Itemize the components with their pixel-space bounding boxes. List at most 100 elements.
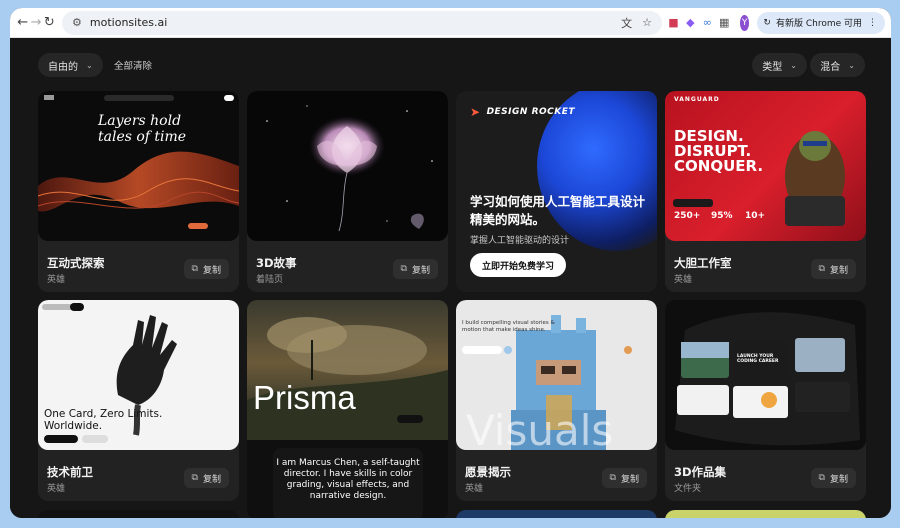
card-headline: DESIGN. DISRUPT. CONQUER. xyxy=(674,127,764,175)
copy-icon: ⧉ xyxy=(400,264,407,274)
free-filter-label: 自由的 xyxy=(48,61,78,73)
clear-all-button[interactable]: 全部清除 xyxy=(114,53,152,77)
extension-icon[interactable]: ∞ xyxy=(702,14,713,32)
card-thumbnail: Layers hold tales of time xyxy=(38,91,239,241)
card-title: 技术前卫 xyxy=(47,465,93,479)
card-headline: LAUNCH YOUR CODING CAREER xyxy=(737,354,779,364)
chevron-down-icon: ⌄ xyxy=(790,60,797,70)
card-category: 英雄 xyxy=(47,484,66,494)
filter-bar: 自由的 ⌄ 全部清除 类型 ⌄ 混合 ⌄ xyxy=(38,53,865,77)
update-label: 有新版 Chrome 可用 xyxy=(775,19,862,29)
template-card[interactable]: VANGUARD DESIGN. DISRUPT. CONQUER. 250+ … xyxy=(665,91,866,292)
type-filter-label: 类型 xyxy=(762,61,783,73)
url-text: motionsites.ai xyxy=(89,16,168,29)
card-thumbnail xyxy=(247,91,448,241)
copy-label: 复制 xyxy=(411,265,430,276)
card-thumbnail: LAUNCH YOUR CODING CAREER xyxy=(665,300,866,450)
card-category: 英雄 xyxy=(47,275,66,285)
translate-icon[interactable]: 文 xyxy=(621,15,632,31)
copy-icon: ⧉ xyxy=(191,264,198,274)
template-card[interactable]: Layers hold tales of time 互动式探索 英雄 ⧉ 复制 xyxy=(38,91,239,292)
profile-avatar[interactable]: Y xyxy=(739,14,750,31)
site-settings-icon[interactable]: ⚙ xyxy=(72,16,82,29)
chevron-down-icon: ⌄ xyxy=(86,60,93,70)
bookmark-star-icon[interactable]: ☆ xyxy=(642,16,652,29)
landscape-artwork xyxy=(247,317,448,440)
card-thumbnail: One Card, Zero Limits. Worldwide. xyxy=(38,300,239,450)
copy-label: 复制 xyxy=(829,474,848,485)
card-headline: One Card, Zero Limits. Worldwide. xyxy=(44,408,163,432)
card-category: 英雄 xyxy=(674,275,693,285)
card-headline: Layers hold tales of time xyxy=(98,113,187,145)
copy-button[interactable]: ⧉ 复制 xyxy=(392,259,438,279)
template-card[interactable]: LAUNCH YOUR CODING CAREER 3D作品集 文件夹 ⧉ 复制 xyxy=(665,300,866,501)
card-category: 文件夹 xyxy=(674,484,702,494)
type-filter-dropdown[interactable]: 类型 ⌄ xyxy=(752,53,807,77)
template-card-partial[interactable] xyxy=(38,510,239,518)
free-filter-dropdown[interactable]: 自由的 ⌄ xyxy=(38,53,103,77)
template-card[interactable]: One Card, Zero Limits. Worldwide. 技术前卫 英… xyxy=(38,300,239,501)
card-category: 英雄 xyxy=(465,484,484,494)
copy-icon: ⧉ xyxy=(818,264,825,274)
address-bar[interactable]: ⚙ motionsites.ai 文 ☆ xyxy=(62,10,663,35)
menu-dots-icon[interactable]: ⋮ xyxy=(868,18,877,28)
template-card-partial[interactable] xyxy=(665,510,866,518)
card-headline: Prisma xyxy=(253,379,356,416)
rocket-icon: ➤ xyxy=(470,105,481,119)
copy-button[interactable]: ⧉ 复制 xyxy=(601,468,647,488)
promo-cta-button[interactable]: 立即开始免费学习 xyxy=(470,253,567,277)
browser-window: ← → ↻ ⚙ motionsites.ai 文 ☆ ■ ◆ ∞ ▦ Y ↻ 有… xyxy=(10,8,891,518)
copy-label: 复制 xyxy=(202,474,221,485)
reload-icon[interactable]: ↻ xyxy=(43,12,56,34)
copy-label: 复制 xyxy=(620,474,639,485)
copy-icon: ⧉ xyxy=(818,473,825,483)
copy-button[interactable]: ⧉ 复制 xyxy=(183,259,229,279)
copy-label: 复制 xyxy=(202,265,221,276)
card-category: 着陆页 xyxy=(256,275,284,285)
card-title: 3D故事 xyxy=(256,256,297,270)
extension-icon[interactable]: ◆ xyxy=(685,14,696,32)
promo-brand: ➤ DESIGN ROCKET xyxy=(470,105,575,119)
card-bio-text: I am Marcus Chen, a self-taught director… xyxy=(276,458,420,501)
stat-value: 95% xyxy=(711,211,733,221)
stat-value: 10+ xyxy=(745,211,766,221)
card-thumbnail: VANGUARD DESIGN. DISRUPT. CONQUER. 250+ … xyxy=(665,91,866,241)
copy-button[interactable]: ⧉ 复制 xyxy=(183,468,229,488)
stat-value: 250+ xyxy=(674,211,701,221)
promo-brand-label: DESIGN ROCKET xyxy=(486,107,576,117)
forward-icon[interactable]: → xyxy=(29,12,42,34)
card-thumbnail: Visuals I build compelling visual storie… xyxy=(456,300,657,450)
page-content: 自由的 ⌄ 全部清除 类型 ⌄ 混合 ⌄ Layers hold tales o… xyxy=(10,38,891,518)
update-icon: ↻ xyxy=(763,17,771,28)
template-card[interactable]: Prisma I am Marcus Chen, a self-taught d… xyxy=(247,300,448,518)
copy-icon: ⧉ xyxy=(609,473,616,483)
promo-subline: 掌握人工智能驱动的设计 xyxy=(470,236,570,246)
template-card[interactable]: Visuals I build compelling visual storie… xyxy=(456,300,657,501)
template-card[interactable]: 3D故事 着陆页 ⧉ 复制 xyxy=(247,91,448,292)
chevron-down-icon: ⌄ xyxy=(848,60,855,70)
update-chrome-button[interactable]: ↻ 有新版 Chrome 可用 ⋮ xyxy=(757,11,885,34)
card-headline: I build compelling visual stories & moti… xyxy=(462,320,555,333)
copy-button[interactable]: ⧉ 复制 xyxy=(810,468,856,488)
card-title: 互动式探索 xyxy=(47,256,105,270)
mix-filter-label: 混合 xyxy=(820,61,841,73)
card-title: 大胆工作室 xyxy=(674,256,732,270)
card-title: 愿景揭示 xyxy=(465,465,511,479)
copy-button[interactable]: ⧉ 复制 xyxy=(810,259,856,279)
copy-label: 复制 xyxy=(829,265,848,276)
card-thumbnail: Prisma xyxy=(247,300,448,440)
browser-toolbar: ← → ↻ ⚙ motionsites.ai 文 ☆ ■ ◆ ∞ ▦ Y ↻ 有… xyxy=(10,8,891,38)
promo-headline: 学习如何使用人工智能工具设计精美的网站。 xyxy=(470,194,646,227)
card-brand: VANGUARD xyxy=(674,96,720,103)
card-title: 3D作品集 xyxy=(674,465,727,479)
copy-icon: ⧉ xyxy=(191,473,198,483)
portfolio-artwork xyxy=(675,312,860,446)
extension-icon[interactable]: ■ xyxy=(668,14,679,32)
mix-filter-dropdown[interactable]: 混合 ⌄ xyxy=(810,53,865,77)
back-icon[interactable]: ← xyxy=(16,12,29,34)
promo-card[interactable]: ➤ DESIGN ROCKET 学习如何使用人工智能工具设计精美的网站。 掌握人… xyxy=(456,91,657,292)
svg-text:Visuals: Visuals xyxy=(466,406,613,450)
flower-artwork xyxy=(266,105,433,232)
extensions-puzzle-icon[interactable]: ▦ xyxy=(719,14,730,32)
template-card-partial[interactable] xyxy=(456,510,657,518)
